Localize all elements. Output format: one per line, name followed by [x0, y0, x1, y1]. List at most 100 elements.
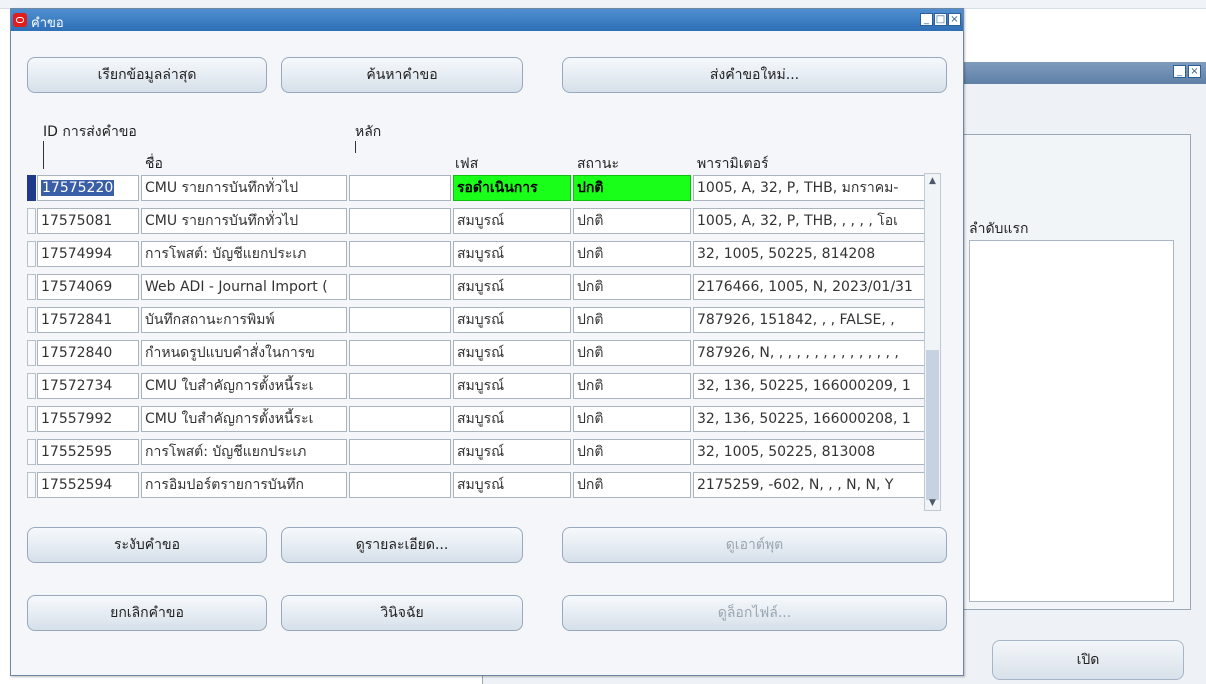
- parameters-cell[interactable]: 787926, 151842, , , FALSE, ,: [693, 307, 927, 333]
- find-requests-button[interactable]: ค้นหาคำขอ: [281, 57, 523, 93]
- name-cell[interactable]: CMU รายการบันทึกทั่วไป: [141, 175, 347, 201]
- status-cell[interactable]: ปกติ: [573, 208, 691, 234]
- request-id-cell[interactable]: 17575220: [37, 175, 139, 201]
- table-row[interactable]: 17557992 CMU ใบสำคัญการตั้งหนี้ระเ สมบูร…: [27, 404, 929, 434]
- name-cell[interactable]: CMU ใบสำคัญการตั้งหนี้ระเ: [141, 406, 347, 432]
- phase-cell[interactable]: สมบูรณ์: [453, 406, 571, 432]
- parent-cell[interactable]: [349, 208, 451, 234]
- name-cell[interactable]: กำหนดรูปแบบคำสั่งในการข: [141, 340, 347, 366]
- status-cell[interactable]: ปกติ: [573, 241, 691, 267]
- request-id-cell[interactable]: 17572841: [37, 307, 139, 333]
- dialog-titlebar[interactable]: คำขอ _ □ ×: [11, 9, 963, 31]
- phase-cell[interactable]: สมบูรณ์: [453, 307, 571, 333]
- row-indicator[interactable]: [27, 439, 36, 465]
- phase-cell[interactable]: สมบูรณ์: [453, 340, 571, 366]
- parent-cell[interactable]: [349, 274, 451, 300]
- status-cell[interactable]: ปกติ: [573, 175, 691, 201]
- table-row[interactable]: 17552595 การโพสต์: บัญชีแยกประเภ สมบูรณ์…: [27, 437, 929, 467]
- table-row[interactable]: 17572840 กำหนดรูปแบบคำสั่งในการข สมบูรณ์…: [27, 338, 929, 368]
- minimize-icon[interactable]: _: [920, 13, 933, 26]
- scrollbar-thumb[interactable]: [926, 350, 939, 500]
- name-cell[interactable]: การอิมปอร์ตรายการบันทึก: [141, 472, 347, 498]
- row-indicator[interactable]: [27, 340, 36, 366]
- view-output-button[interactable]: ดูเอาต์พุต: [562, 527, 947, 563]
- request-id-cell[interactable]: 17552595: [37, 439, 139, 465]
- row-indicator[interactable]: [27, 175, 36, 201]
- phase-cell[interactable]: สมบูรณ์: [453, 274, 571, 300]
- request-id-cell[interactable]: 17552594: [37, 472, 139, 498]
- parameters-cell[interactable]: 32, 1005, 50225, 813008: [693, 439, 927, 465]
- parameters-cell[interactable]: 2176466, 1005, N, 2023/01/31: [693, 274, 927, 300]
- row-indicator[interactable]: [27, 241, 36, 267]
- request-id-cell[interactable]: 17572840: [37, 340, 139, 366]
- parameters-cell[interactable]: 32, 1005, 50225, 814208: [693, 241, 927, 267]
- request-id-cell[interactable]: 17557992: [37, 406, 139, 432]
- parent-cell[interactable]: [349, 307, 451, 333]
- minimize-icon[interactable]: _: [1173, 65, 1186, 78]
- parameters-cell[interactable]: 2175259, -602, N, , , N, N, Y: [693, 472, 927, 498]
- phase-cell[interactable]: สมบูรณ์: [453, 241, 571, 267]
- status-cell[interactable]: ปกติ: [573, 307, 691, 333]
- parent-cell[interactable]: [349, 439, 451, 465]
- name-cell[interactable]: CMU ใบสำคัญการตั้งหนี้ระเ: [141, 373, 347, 399]
- request-id-cell[interactable]: 17574069: [37, 274, 139, 300]
- name-cell[interactable]: CMU รายการบันทึกทั่วไป: [141, 208, 347, 234]
- name-cell[interactable]: บันทึกสถานะการพิมพ์: [141, 307, 347, 333]
- submit-new-request-button[interactable]: ส่งคำขอใหม่...: [562, 57, 947, 93]
- status-cell[interactable]: ปกติ: [573, 340, 691, 366]
- status-cell[interactable]: ปกติ: [573, 472, 691, 498]
- open-button[interactable]: เปิด: [992, 640, 1184, 680]
- status-cell[interactable]: ปกติ: [573, 406, 691, 432]
- phase-cell[interactable]: สมบูรณ์: [453, 208, 571, 234]
- name-cell[interactable]: การโพสต์: บัญชีแยกประเภ: [141, 241, 347, 267]
- table-row[interactable]: 17572841 บันทึกสถานะการพิมพ์ สมบูรณ์ ปกต…: [27, 305, 929, 335]
- name-cell[interactable]: การโพสต์: บัญชีแยกประเภ: [141, 439, 347, 465]
- parent-cell[interactable]: [349, 472, 451, 498]
- parameters-cell[interactable]: 1005, A, 32, P, THB, , , , , โอเ: [693, 208, 927, 234]
- request-id-cell[interactable]: 17575081: [37, 208, 139, 234]
- parameters-cell[interactable]: 32, 136, 50225, 166000209, 1: [693, 373, 927, 399]
- table-row[interactable]: 17552594 การอิมปอร์ตรายการบันทึก สมบูรณ์…: [27, 470, 929, 500]
- parameters-cell[interactable]: 32, 136, 50225, 166000208, 1: [693, 406, 927, 432]
- view-log-button[interactable]: ดูล็อกไฟล์...: [562, 595, 947, 631]
- parent-cell[interactable]: [349, 175, 451, 201]
- parent-cell[interactable]: [349, 340, 451, 366]
- name-cell[interactable]: Web ADI - Journal Import (: [141, 274, 347, 300]
- status-cell[interactable]: ปกติ: [573, 439, 691, 465]
- status-cell[interactable]: ปกติ: [573, 373, 691, 399]
- parameters-cell[interactable]: 1005, A, 32, P, THB, มกราคม-: [693, 175, 927, 201]
- request-id-cell[interactable]: 17572734: [37, 373, 139, 399]
- close-icon[interactable]: ×: [1188, 65, 1201, 78]
- view-details-button[interactable]: ดูรายละเอียด...: [281, 527, 523, 563]
- parent-cell[interactable]: [349, 406, 451, 432]
- row-indicator[interactable]: [27, 307, 36, 333]
- phase-cell[interactable]: สมบูรณ์: [453, 472, 571, 498]
- close-icon[interactable]: ×: [948, 13, 961, 26]
- parent-cell[interactable]: [349, 241, 451, 267]
- parent-cell[interactable]: [349, 373, 451, 399]
- row-indicator[interactable]: [27, 406, 36, 432]
- scroll-down-icon[interactable]: ▼: [927, 498, 938, 508]
- table-row[interactable]: 17575081 CMU รายการบันทึกทั่วไป สมบูรณ์ …: [27, 206, 929, 236]
- row-indicator[interactable]: [27, 472, 36, 498]
- parameters-cell[interactable]: 787926, N, , , , , , , , , , , , , , ,: [693, 340, 927, 366]
- row-indicator[interactable]: [27, 373, 36, 399]
- background-list-box[interactable]: [969, 240, 1174, 602]
- scroll-up-icon[interactable]: ▲: [927, 176, 938, 186]
- table-scrollbar[interactable]: ▲ ▼: [924, 173, 941, 511]
- table-row[interactable]: 17574069 Web ADI - Journal Import ( สมบู…: [27, 272, 929, 302]
- phase-cell[interactable]: สมบูรณ์: [453, 373, 571, 399]
- request-id-cell[interactable]: 17574994: [37, 241, 139, 267]
- table-row[interactable]: 17572734 CMU ใบสำคัญการตั้งหนี้ระเ สมบูร…: [27, 371, 929, 401]
- status-cell[interactable]: ปกติ: [573, 274, 691, 300]
- phase-cell[interactable]: รอดำเนินการ: [453, 175, 571, 201]
- row-indicator[interactable]: [27, 274, 36, 300]
- maximize-icon[interactable]: □: [934, 13, 947, 26]
- table-row[interactable]: 17574994 การโพสต์: บัญชีแยกประเภ สมบูรณ์…: [27, 239, 929, 269]
- hold-request-button[interactable]: ระงับคำขอ: [27, 527, 267, 563]
- phase-cell[interactable]: สมบูรณ์: [453, 439, 571, 465]
- diagnose-button[interactable]: วินิจฉัย: [281, 595, 523, 631]
- row-indicator[interactable]: [27, 208, 36, 234]
- refresh-data-button[interactable]: เรียกข้อมูลล่าสุด: [27, 57, 267, 93]
- table-row[interactable]: 17575220 CMU รายการบันทึกทั่วไป รอดำเนิน…: [27, 173, 929, 203]
